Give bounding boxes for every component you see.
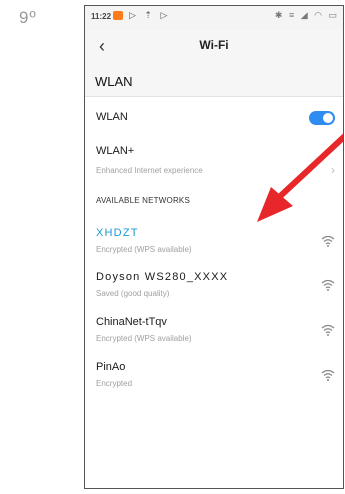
phone-screen: 11:22 ▷ ⇡ ▷ ✱ ≡ ◢ ◠ ▭ ‹ Wi-Fi WLAN WLAN … bbox=[84, 5, 344, 489]
step-number: 9º bbox=[19, 8, 37, 27]
red-pointer-arrow-icon bbox=[257, 133, 343, 222]
